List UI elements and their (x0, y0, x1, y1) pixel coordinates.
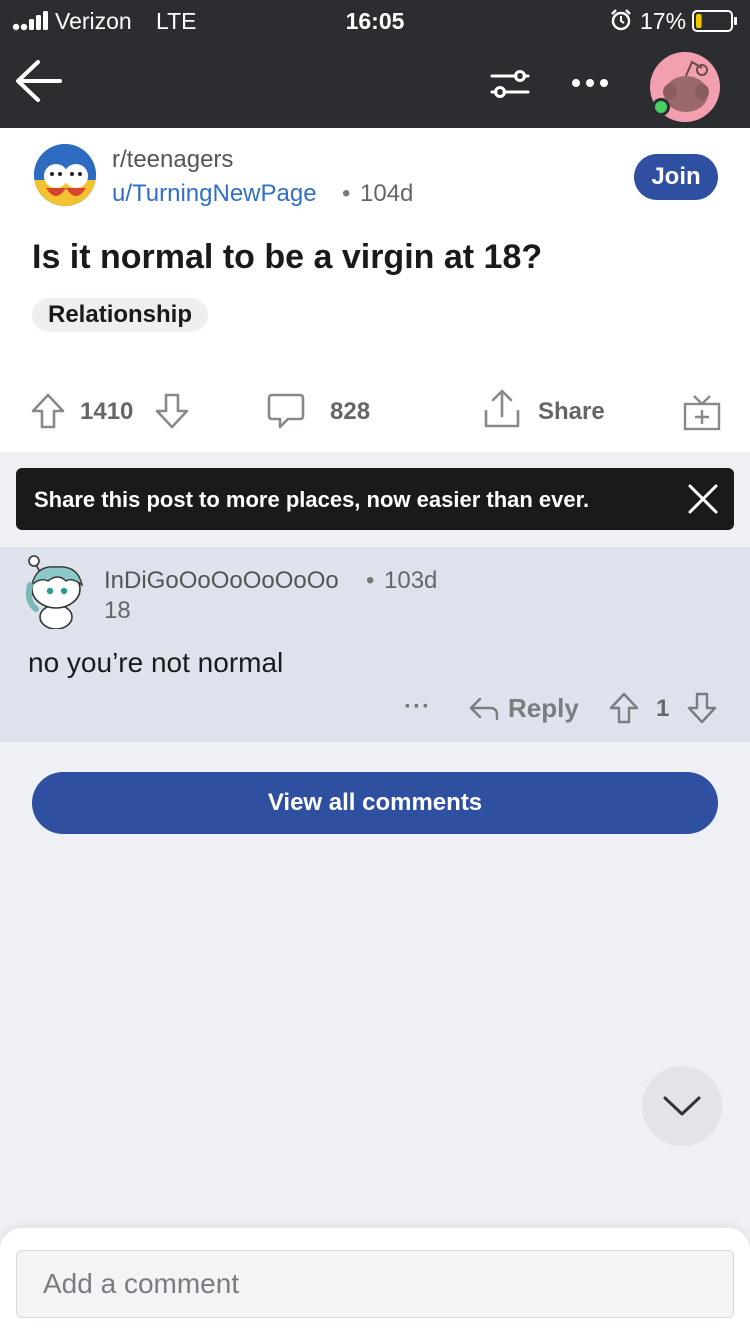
comment-body[interactable]: no you’re not normal (28, 647, 283, 679)
battery-icon (692, 10, 737, 32)
comment-downvote-icon[interactable] (686, 691, 718, 725)
comment-author-flair: 18 (104, 597, 131, 624)
comment-bubble-icon[interactable] (266, 392, 306, 430)
separator-dot: • (366, 567, 375, 594)
gift-award-icon[interactable] (682, 392, 722, 432)
reply-button[interactable]: Reply (468, 691, 592, 727)
filter-icon[interactable] (488, 62, 532, 106)
post-author[interactable]: u/TurningNewPage (112, 180, 317, 208)
status-time: 16:05 (345, 8, 405, 34)
chevron-down-icon (663, 1096, 701, 1116)
battery-percentage: 17% (640, 8, 687, 34)
post-title[interactable]: Is it normal to be a virgin at 18? (32, 238, 542, 277)
post-age: 104d (360, 180, 414, 207)
upvote-icon[interactable] (30, 392, 66, 430)
comment-age: 103d (384, 567, 438, 594)
online-indicator (652, 98, 670, 116)
reply-label: Reply (508, 693, 579, 723)
scroll-down-button[interactable] (642, 1066, 722, 1146)
toast-message[interactable]: Share this post to more places, now easi… (34, 487, 589, 513)
close-icon[interactable] (686, 482, 720, 516)
comment-score: 1 (656, 695, 670, 722)
comment-more-options[interactable]: ··· (404, 693, 431, 721)
subreddit-avatar[interactable] (34, 144, 96, 206)
comment-upvote-icon[interactable] (608, 691, 640, 725)
share-button[interactable]: Share (538, 398, 605, 426)
back-arrow-icon[interactable] (12, 54, 66, 108)
post-score: 1410 (80, 398, 134, 425)
post-card: r/teenagers u/TurningNewPage • 104d Join… (0, 128, 750, 452)
view-all-comments-button[interactable]: View all comments (32, 772, 718, 834)
more-icon[interactable] (566, 68, 614, 98)
comment-count[interactable]: 828 (330, 398, 370, 426)
status-bar: Verizon LTE 16:05 17% (0, 0, 750, 42)
post-flair[interactable]: Relationship (32, 298, 209, 332)
comment-item: InDiGoOoOoOoOoOo • 103d 18 no you’re not… (0, 547, 750, 742)
share-toast: Share this post to more places, now easi… (16, 468, 734, 530)
comment-composer (0, 1228, 750, 1334)
subreddit-name[interactable]: r/teenagers (112, 146, 233, 174)
separator-dot: • (342, 180, 351, 207)
post-action-bar: 1410 828 Share (0, 386, 750, 436)
subreddit-icon (34, 144, 96, 206)
downvote-icon[interactable] (154, 392, 190, 430)
reply-arrow-icon (469, 697, 499, 721)
share-icon[interactable] (482, 388, 522, 430)
join-button[interactable]: Join (634, 154, 718, 200)
alarm-icon (611, 9, 631, 31)
commenter-avatar[interactable] (22, 549, 90, 629)
top-bar: Verizon LTE 16:05 17% (0, 0, 750, 128)
comment-input[interactable] (16, 1250, 734, 1318)
comment-author[interactable]: InDiGoOoOoOoOoOo (104, 567, 339, 595)
